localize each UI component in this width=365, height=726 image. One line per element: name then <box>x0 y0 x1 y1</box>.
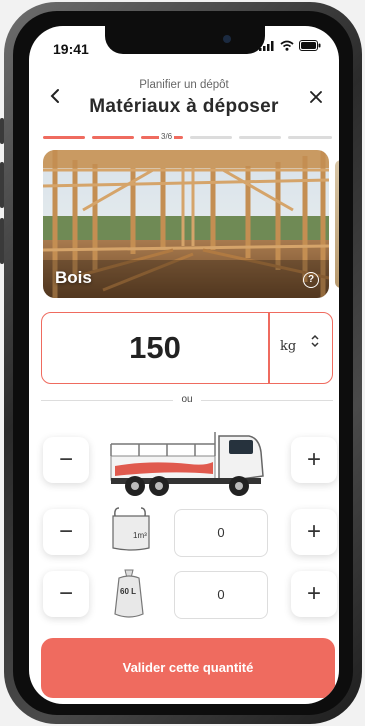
truck-icon <box>110 432 264 496</box>
mute-switch <box>0 118 4 144</box>
progress-segment-1 <box>43 136 85 139</box>
page-title: Matériaux à déposer <box>89 96 279 117</box>
bigbag-plus-button[interactable]: + <box>291 509 337 555</box>
step-label: 3/6 <box>159 132 175 141</box>
material-name: Bois <box>55 268 92 287</box>
unit-select[interactable]: kg <box>280 339 296 354</box>
truck-minus-button[interactable]: − <box>43 437 89 483</box>
progress-segment-5 <box>239 136 281 139</box>
material-card[interactable]: Bois ? <box>43 150 329 298</box>
or-label: ou <box>181 394 193 405</box>
progress-segment-4 <box>190 136 232 139</box>
bigbag-count-input[interactable]: 0 <box>174 509 268 557</box>
progress-segment-6 <box>288 136 332 139</box>
info-icon[interactable]: ? <box>303 272 319 288</box>
notch <box>105 26 265 54</box>
close-icon <box>310 91 322 103</box>
status-icons <box>259 40 321 51</box>
or-separator: ou <box>41 394 333 406</box>
quantity-divider <box>268 313 270 383</box>
app-screen: 19:41 Planifier un dépôt Matériaux à dép… <box>29 26 339 704</box>
quantity-value[interactable]: 150 <box>42 313 268 383</box>
battery-icon <box>299 40 321 51</box>
next-material-card[interactable] <box>335 160 339 288</box>
truck-plus-button[interactable]: + <box>291 437 337 483</box>
quantity-input[interactable]: 150 kg <box>41 312 333 384</box>
bag-plus-button[interactable]: + <box>291 571 337 617</box>
step-progress: 3/6 <box>43 132 335 144</box>
status-time: 19:41 <box>53 41 89 57</box>
volume-down-button <box>0 218 4 264</box>
big-bag-icon: 1m³ <box>112 507 150 551</box>
bag-label: 60 L <box>120 587 136 596</box>
bag-count-input[interactable]: 0 <box>174 571 268 619</box>
close-button[interactable] <box>309 86 323 108</box>
bigbag-minus-button[interactable]: − <box>43 509 89 555</box>
progress-segment-2 <box>92 136 134 139</box>
big-bag-label: 1m³ <box>133 531 147 540</box>
volume-up-button <box>0 162 4 208</box>
up-down-chevron-icon[interactable] <box>310 333 320 352</box>
wifi-icon <box>280 40 294 51</box>
header-subtitle: Planifier un dépôt <box>139 79 229 91</box>
bag-icon: 60 L <box>114 569 144 618</box>
bag-minus-button[interactable]: − <box>43 571 89 617</box>
validate-button[interactable]: Valider cette quantité <box>41 638 335 698</box>
